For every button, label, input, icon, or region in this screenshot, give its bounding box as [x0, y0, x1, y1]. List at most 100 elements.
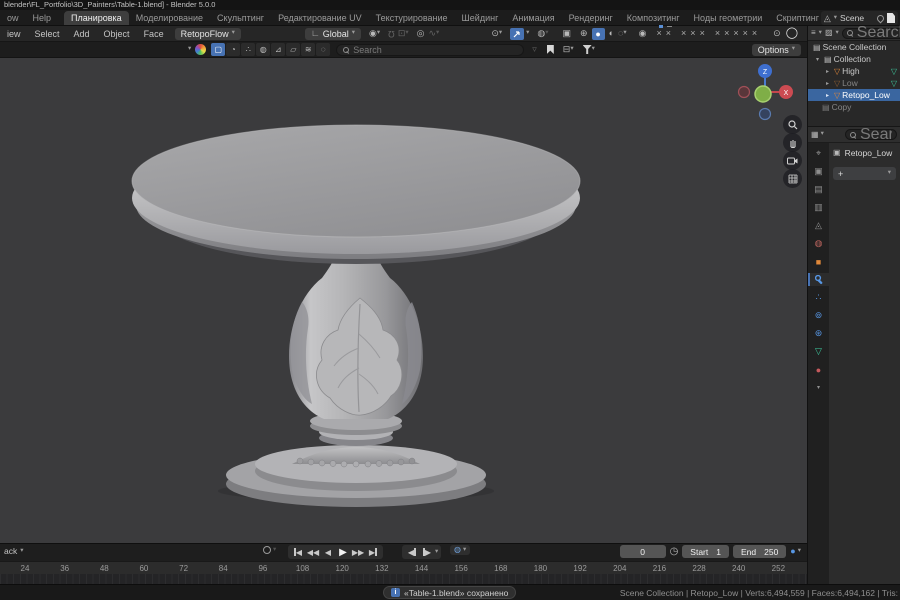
menu-select[interactable]: Select [28, 29, 67, 39]
bookmark-icon[interactable] [546, 45, 554, 54]
play-button[interactable]: ▶ [336, 546, 350, 558]
snap-target-icon[interactable]: ⊡ [398, 29, 406, 38]
play-reverse-button[interactable]: ◀ [321, 546, 335, 558]
playback-sync-dropdown[interactable]: ◍ ▾ [450, 545, 471, 555]
outliner-item-low[interactable]: ▸ ▽ Low ▽ [808, 77, 900, 89]
tab-layout[interactable]: Планировка [64, 10, 129, 25]
rf-x-icon[interactable]: × [666, 26, 672, 38]
rf-x-icon[interactable]: × [690, 29, 695, 38]
pan-button[interactable] [783, 133, 802, 152]
rf-tool-strokes-icon[interactable]: ∴ [241, 43, 256, 56]
tab-particles[interactable]: ∴ [808, 291, 829, 304]
scene-name[interactable]: Scene [840, 13, 874, 23]
menu-add[interactable]: Add [67, 29, 97, 39]
outliner-search-input[interactable]: Search [841, 24, 900, 41]
overlays-icon[interactable]: ◍ [537, 29, 545, 38]
tab-physics[interactable]: ⊚ [808, 309, 829, 322]
tabletop[interactable] [132, 125, 580, 237]
display-mode-icon[interactable]: ▨ [825, 29, 833, 37]
tab-scene[interactable]: ◬ [808, 219, 829, 232]
jump-to-end-button[interactable]: ▶ [366, 546, 380, 558]
tab-object[interactable]: ■ [808, 255, 829, 268]
falloff-curve-icon[interactable]: ∿ [429, 29, 437, 38]
navigation-gizmo[interactable]: Z X [737, 62, 795, 122]
playback-menu[interactable]: ack ▾ [4, 546, 24, 556]
rf-target-icon[interactable]: ◉ [639, 29, 647, 38]
tab-output[interactable]: ▤ [808, 183, 829, 196]
start-frame-field[interactable]: Start 1 [682, 545, 729, 558]
gizmo-x-neg[interactable] [737, 85, 751, 99]
tab-shading[interactable]: Шейдинг [455, 11, 506, 25]
rf-disc-icon[interactable]: ⊙ [773, 29, 781, 38]
rf-x-icon[interactable]: × [700, 29, 705, 38]
pivot-point-icon[interactable]: ◉ [369, 29, 377, 38]
auto-keying-toggle[interactable]: ▾ [263, 546, 276, 554]
visibility-dropdown-icon[interactable]: ⊙ [491, 29, 499, 38]
tab-uv-editing[interactable]: Редактирование UV [271, 11, 369, 25]
shading-solid-icon[interactable]: ● [591, 27, 605, 40]
zoom-button[interactable] [783, 115, 802, 134]
snap-magnet-icon[interactable]: Ω [388, 29, 395, 39]
frame-forward-button[interactable]: ▶ [420, 546, 434, 558]
rf-tool-knife-icon[interactable]: ▱ [286, 43, 301, 56]
jump-to-start-button[interactable]: ◀ [291, 546, 305, 558]
gizmo-toggle-icon[interactable] [510, 27, 525, 40]
orientation-dropdown[interactable]: ∟ Global ▾ [304, 27, 361, 40]
proportional-editing-icon[interactable]: ◎ [417, 29, 425, 38]
tab-animation[interactable]: Анимация [505, 11, 561, 25]
rf-x-icon[interactable]: × [743, 29, 748, 38]
menu-view[interactable]: iew [0, 29, 28, 39]
tab-geometry-nodes[interactable]: Ноды геометрии [687, 11, 770, 25]
stopwatch-icon[interactable]: ◷ [670, 546, 679, 557]
tab-view-layer[interactable]: ▥ [808, 201, 829, 214]
tab-world[interactable]: ◍ [808, 237, 829, 250]
end-frame-field[interactable]: End 250 [732, 545, 787, 558]
rf-tool-patches-icon[interactable]: ◍ [256, 43, 271, 56]
expand-icon[interactable]: ▸ [826, 80, 832, 87]
expand-icon[interactable]: ▸ [826, 68, 832, 75]
gizmo-y-axis[interactable] [754, 85, 772, 103]
outliner-item-retopo-low[interactable]: ▸ ▽ Retopo_Low [808, 89, 900, 101]
rf-tool-polypen-icon[interactable]: ⊿ [271, 43, 286, 56]
rf-tool-loops-icon[interactable]: ≋ [301, 43, 316, 56]
tab-render[interactable]: ▣ [808, 165, 829, 178]
editor-type-icon[interactable]: ≡ [811, 29, 816, 37]
tab-tool[interactable]: ⌖ [808, 147, 829, 160]
mesh-data-icon[interactable]: ▽ [891, 79, 897, 88]
chevron-down-icon[interactable]: ▾ [808, 381, 829, 394]
properties-editor-icon[interactable]: ▦ [811, 130, 819, 139]
tab-rendering[interactable]: Рендеринг [562, 11, 620, 25]
outliner-item-copy[interactable]: ▤ Copy [808, 101, 900, 113]
new-scene-icon[interactable] [887, 13, 895, 23]
xray-toggle-icon[interactable]: ▣ [563, 29, 572, 38]
tab-constraints[interactable]: ⊛ [808, 327, 829, 340]
menu-help[interactable]: Help [26, 13, 59, 23]
filter-icon[interactable] [582, 45, 592, 54]
rf-tool-contours-icon[interactable]: ▢ [211, 43, 226, 56]
retopoflow-logo-icon[interactable] [195, 44, 207, 55]
table-model[interactable] [0, 58, 807, 543]
tab-material[interactable]: ● [808, 363, 829, 376]
rf-x-icon[interactable]: × [752, 29, 757, 38]
rf-x-icon[interactable]: × [724, 29, 729, 38]
pin-icon[interactable] [875, 13, 886, 23]
chevron-down-icon[interactable]: ▾ [188, 46, 191, 53]
outliner-item-scene-collection[interactable]: ▤ Scene Collection [808, 41, 900, 53]
hierarchy-icon[interactable]: ⊟ [563, 45, 571, 54]
tab-modeling[interactable]: Моделирование [129, 11, 210, 25]
outliner-item-collection[interactable]: ▾ ▤ Collection [808, 53, 900, 65]
timeline-ruler[interactable]: 24 36 48 60 72 84 96 108 120 132 144 156 168 180 192 20… [0, 561, 807, 575]
orthographic-toggle-button[interactable] [783, 169, 802, 188]
active-tool-button[interactable]: RetopoFlow ▾ [174, 27, 241, 40]
expand-icon[interactable]: ▸ [826, 92, 832, 99]
shading-wireframe-icon[interactable]: ⊕ [580, 29, 588, 38]
next-keyframe-button[interactable]: ▶▶ [351, 546, 365, 558]
scene-selector[interactable]: ◬ ▾ Scene [820, 11, 898, 25]
view-dropdown[interactable]: ● ▾ [790, 547, 801, 556]
outliner-item-high[interactable]: ▸ ▽ High ▽ [808, 65, 900, 77]
rf-x-icon[interactable]: × [733, 29, 738, 38]
expand-icon[interactable]: ▾ [816, 56, 822, 63]
options-button[interactable]: Options ▾ [751, 43, 801, 56]
tab-sculpting[interactable]: Скульптинг [210, 11, 271, 25]
camera-view-button[interactable] [783, 151, 802, 170]
